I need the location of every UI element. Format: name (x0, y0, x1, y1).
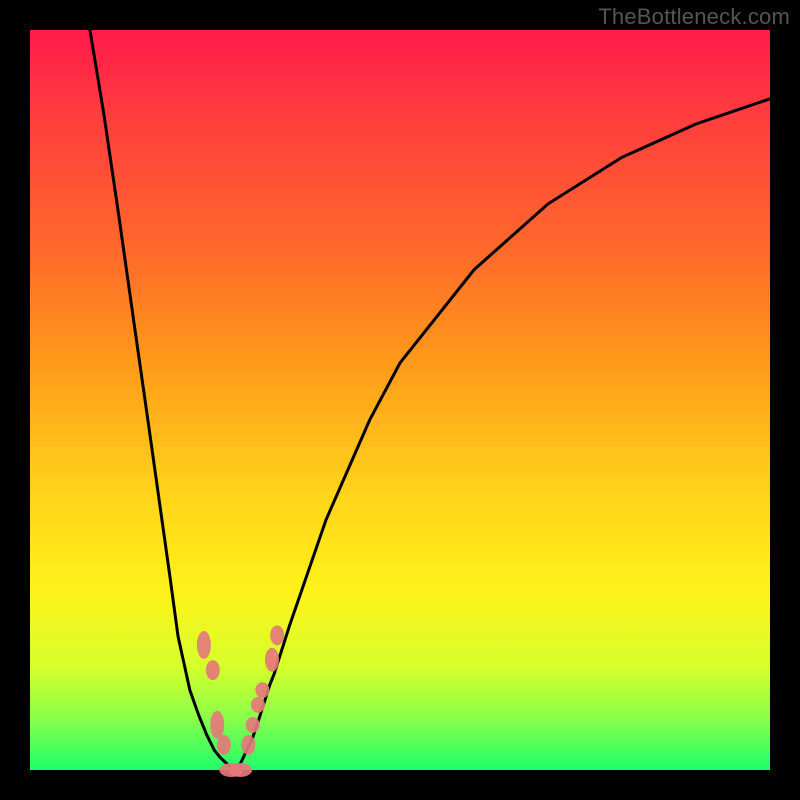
chart-svg (0, 0, 800, 800)
curve-right-branch (234, 99, 770, 769)
marker-point (228, 763, 252, 777)
marker-point (251, 697, 265, 713)
marker-group (197, 625, 284, 777)
marker-point (246, 717, 260, 733)
marker-point (210, 711, 224, 739)
chart-frame: TheBottleneck.com (0, 0, 800, 800)
marker-point (241, 735, 255, 755)
marker-point (270, 625, 284, 645)
marker-point (255, 682, 269, 698)
series-group (90, 30, 770, 769)
curve-left-branch (90, 30, 234, 769)
marker-point (217, 735, 231, 755)
marker-point (265, 648, 279, 672)
marker-point (197, 631, 211, 659)
marker-point (206, 660, 220, 680)
